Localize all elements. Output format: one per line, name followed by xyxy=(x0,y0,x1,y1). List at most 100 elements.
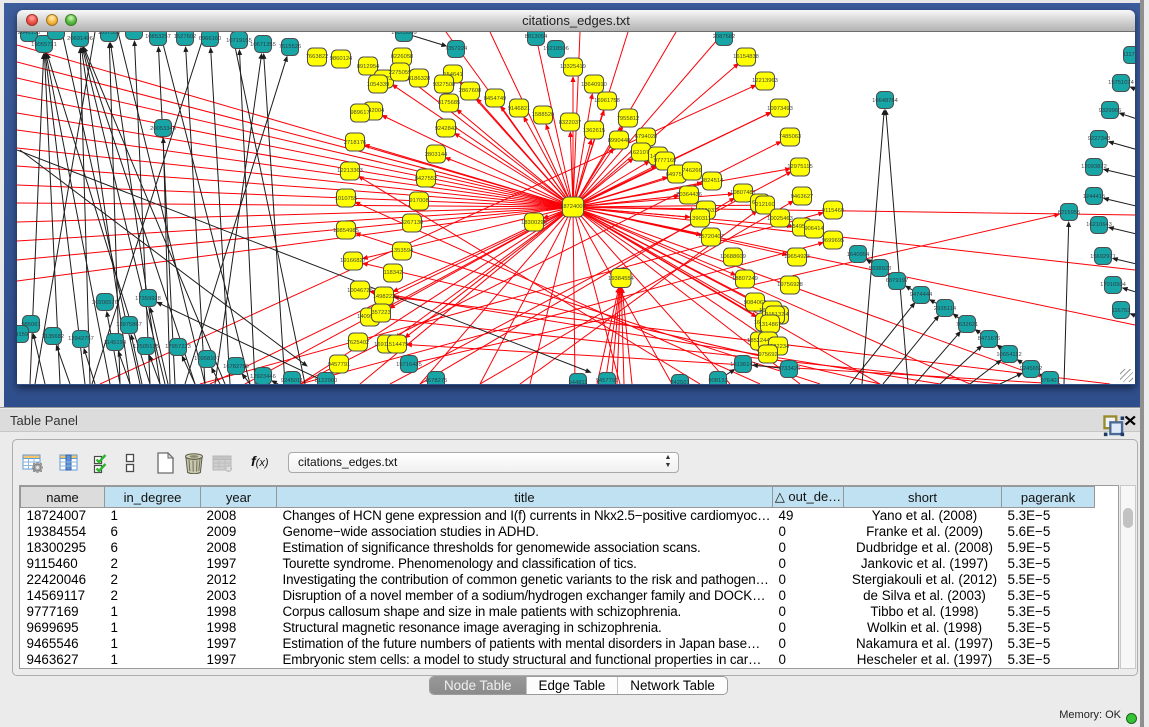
svg-text:9242843: 9242843 xyxy=(435,126,458,132)
svg-text:17016504: 17016504 xyxy=(1100,282,1127,288)
svg-text:9463627: 9463627 xyxy=(791,194,814,200)
svg-text:1145194: 1145194 xyxy=(104,340,127,346)
svg-text:18300295: 18300295 xyxy=(521,220,547,226)
svg-text:12213363: 12213363 xyxy=(337,168,363,174)
svg-text:9059342: 9059342 xyxy=(123,32,146,34)
svg-text:12213963: 12213963 xyxy=(752,78,778,84)
svg-text:2803144: 2803144 xyxy=(425,152,448,158)
svg-text:9699695: 9699695 xyxy=(822,238,845,244)
svg-text:1010755: 1010755 xyxy=(335,196,358,202)
svg-text:10958107: 10958107 xyxy=(194,356,220,362)
svg-text:8813054: 8813054 xyxy=(525,34,548,40)
svg-text:2867608: 2867608 xyxy=(459,88,482,94)
svg-text:19218506: 19218506 xyxy=(543,46,569,52)
svg-text:13975867: 13975867 xyxy=(116,322,142,328)
svg-text:908133: 908133 xyxy=(708,378,727,384)
svg-text:1514479: 1514479 xyxy=(386,342,409,348)
svg-text:906414: 906414 xyxy=(804,226,824,232)
svg-text:7485063: 7485063 xyxy=(779,134,802,140)
svg-text:9860124: 9860124 xyxy=(330,56,353,62)
svg-text:1135682: 1135682 xyxy=(42,334,64,340)
svg-text:10654112: 10654112 xyxy=(996,352,1021,358)
svg-text:10025463: 10025463 xyxy=(767,216,793,222)
svg-text:12923446: 12923446 xyxy=(250,374,276,380)
svg-text:7663822: 7663822 xyxy=(306,54,329,60)
svg-text:9329966: 9329966 xyxy=(1099,108,1122,114)
svg-text:118342: 118342 xyxy=(384,270,403,276)
svg-text:15716485: 15716485 xyxy=(396,362,422,368)
svg-text:19654923: 19654923 xyxy=(784,254,810,260)
svg-text:1588520: 1588520 xyxy=(532,112,555,118)
svg-text:6794028: 6794028 xyxy=(635,134,658,140)
svg-text:8122900: 8122900 xyxy=(315,378,338,384)
svg-text:8454749: 8454749 xyxy=(484,96,507,102)
svg-text:8990448: 8990448 xyxy=(608,138,631,144)
svg-text:10719155: 10719155 xyxy=(226,38,252,44)
svg-text:16033809: 16033809 xyxy=(391,32,417,36)
svg-text:20364436: 20364436 xyxy=(676,192,702,198)
svg-text:1678275: 1678275 xyxy=(425,378,448,384)
svg-text:12505135: 12505135 xyxy=(133,344,159,350)
svg-text:17957223: 17957223 xyxy=(165,344,191,350)
svg-text:12975115: 12975115 xyxy=(787,164,812,170)
svg-text:9457791: 9457791 xyxy=(328,362,351,368)
svg-text:9777169: 9777169 xyxy=(654,158,677,164)
svg-text:15751074: 15751074 xyxy=(1108,80,1135,86)
svg-text:16154838: 16154838 xyxy=(733,54,759,60)
svg-text:9474444: 9474444 xyxy=(910,292,933,298)
svg-text:1498223: 1498223 xyxy=(373,294,396,300)
svg-text:6966160: 6966160 xyxy=(199,36,222,42)
svg-text:3824514: 3824514 xyxy=(701,178,724,184)
svg-text:3267130: 3267130 xyxy=(401,220,424,226)
svg-text:1314867: 1314867 xyxy=(759,322,782,328)
svg-text:18724007: 18724007 xyxy=(560,204,586,210)
svg-text:746266: 746266 xyxy=(682,168,701,174)
svg-text:9115460: 9115460 xyxy=(822,208,844,214)
svg-text:9327508: 9327508 xyxy=(433,82,456,88)
svg-text:944811: 944811 xyxy=(569,380,588,384)
svg-text:15720407: 15720407 xyxy=(698,234,724,240)
svg-text:2935114: 2935114 xyxy=(934,306,957,312)
svg-text:16210643: 16210643 xyxy=(1086,222,1112,228)
svg-text:19384554: 19384554 xyxy=(608,276,635,282)
svg-text:9245652: 9245652 xyxy=(1020,366,1043,372)
svg-text:2087682: 2087682 xyxy=(713,34,736,40)
svg-text:2646130: 2646130 xyxy=(18,32,41,36)
svg-text:8322037: 8322037 xyxy=(559,120,582,126)
svg-text:13325419: 13325419 xyxy=(560,64,586,70)
svg-text:12942757: 12942757 xyxy=(68,336,94,342)
svg-text:1640954: 1640954 xyxy=(847,252,870,258)
svg-text:878067: 878067 xyxy=(46,32,65,34)
svg-text:1362615: 1362615 xyxy=(583,128,606,134)
svg-text:9146821: 9146821 xyxy=(508,106,531,112)
svg-text:7632621: 7632621 xyxy=(956,322,979,328)
svg-text:20206576: 20206576 xyxy=(92,300,118,306)
svg-text:917008: 917008 xyxy=(409,198,428,204)
svg-text:19756928: 19756928 xyxy=(777,282,803,288)
svg-text:1527602: 1527602 xyxy=(174,34,197,40)
svg-text:10973493: 10973493 xyxy=(767,106,793,112)
svg-text:20053346: 20053346 xyxy=(150,126,176,132)
svg-text:10671355: 10671355 xyxy=(250,42,276,48)
svg-text:19055721: 19055721 xyxy=(31,42,57,48)
svg-text:7515526: 7515526 xyxy=(279,44,302,50)
svg-text:19854985: 19854985 xyxy=(333,228,359,234)
svg-text:12093872: 12093872 xyxy=(1081,164,1107,170)
svg-text:16648784: 16648784 xyxy=(872,98,899,104)
svg-text:1353594: 1353594 xyxy=(391,248,414,254)
svg-text:8226058: 8226058 xyxy=(391,54,414,60)
svg-text:19166827: 19166827 xyxy=(340,258,366,264)
svg-text:15692971: 15692971 xyxy=(1090,254,1116,260)
svg-text:242501: 242501 xyxy=(670,380,689,384)
svg-text:976401: 976401 xyxy=(1040,378,1059,384)
svg-text:116753: 116753 xyxy=(1112,308,1131,314)
svg-text:16136141: 16136141 xyxy=(730,362,756,368)
svg-text:16961758: 16961758 xyxy=(594,98,620,104)
svg-text:111739: 111739 xyxy=(1123,52,1135,58)
svg-text:9245011: 9245011 xyxy=(281,378,303,384)
svg-text:39159: 39159 xyxy=(17,332,28,338)
svg-text:10046726: 10046726 xyxy=(347,288,373,294)
svg-text:7357224: 7357224 xyxy=(445,46,468,52)
svg-text:20691406: 20691406 xyxy=(67,36,93,42)
svg-text:1733426: 1733426 xyxy=(778,366,801,372)
